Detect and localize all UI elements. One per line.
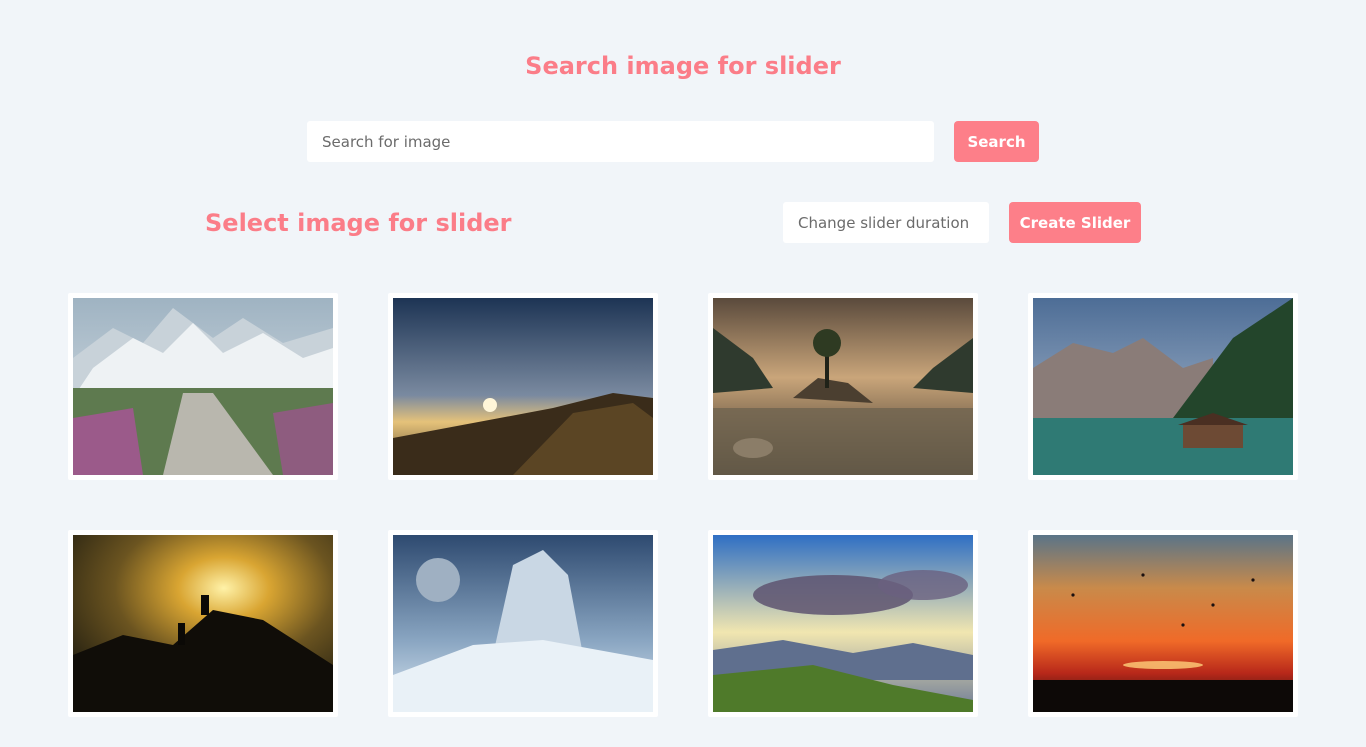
image-card[interactable] <box>68 293 338 480</box>
image-card[interactable] <box>1028 530 1298 717</box>
slider-duration-input[interactable] <box>783 202 989 243</box>
search-input[interactable] <box>307 121 934 162</box>
image-thumbnail <box>393 298 653 475</box>
image-card[interactable] <box>388 530 658 717</box>
search-button[interactable]: Search <box>954 121 1039 162</box>
image-thumbnail <box>393 535 653 712</box>
image-thumbnail <box>1033 298 1293 475</box>
image-card[interactable] <box>388 293 658 480</box>
image-card[interactable] <box>708 293 978 480</box>
image-thumbnail <box>73 535 333 712</box>
image-card[interactable] <box>708 530 978 717</box>
create-slider-button[interactable]: Create Slider <box>1009 202 1141 243</box>
page-title: Search image for slider <box>525 52 841 80</box>
image-card[interactable] <box>68 530 338 717</box>
image-thumbnail <box>1033 535 1293 712</box>
image-thumbnail <box>713 535 973 712</box>
image-thumbnail <box>713 298 973 475</box>
image-card[interactable] <box>1028 293 1298 480</box>
select-images-title: Select image for slider <box>205 209 512 237</box>
image-thumbnail <box>73 298 333 475</box>
